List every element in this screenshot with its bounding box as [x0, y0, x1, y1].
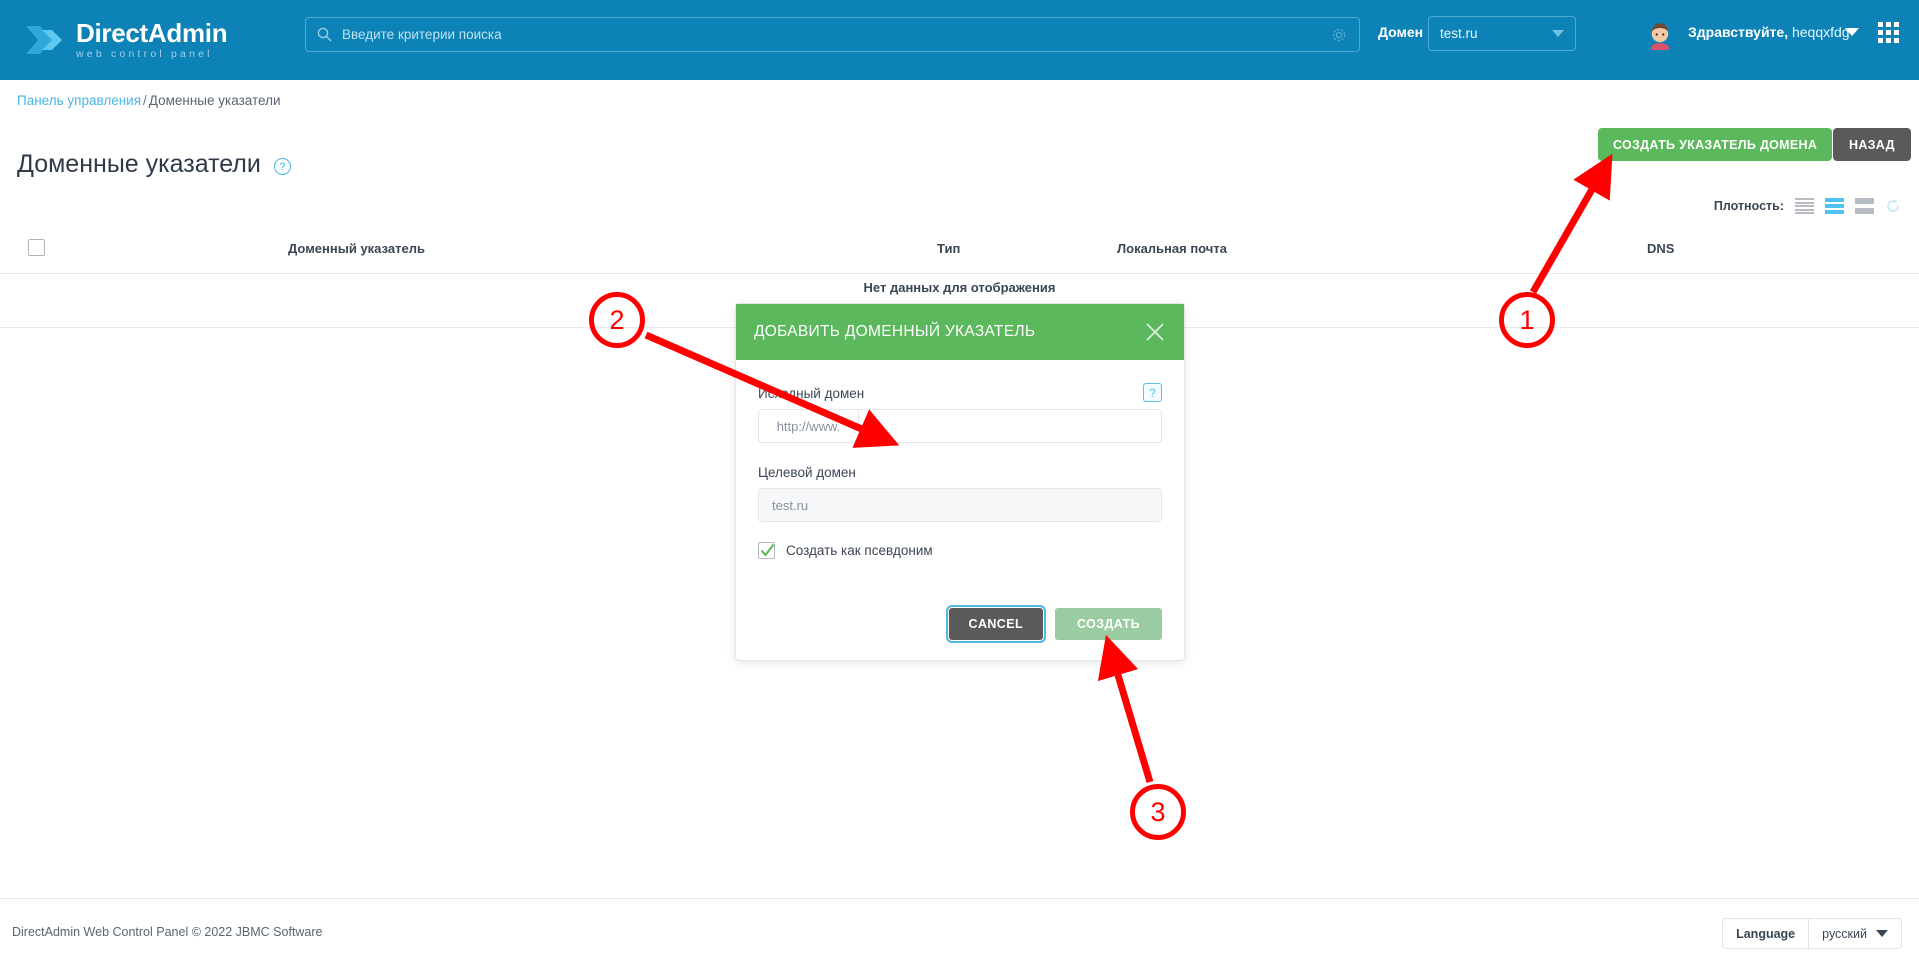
language-value-text: русский	[1822, 926, 1867, 941]
density-label: Плотность:	[1713, 199, 1784, 213]
density-option-normal[interactable]	[1825, 198, 1844, 214]
search-input[interactable]	[340, 26, 1331, 43]
avatar[interactable]	[1645, 18, 1675, 50]
create-as-alias-label: Создать как псевдоним	[786, 543, 933, 558]
user-greeting[interactable]: Здравствуйте, heqqxfdg	[1688, 24, 1850, 40]
select-all-checkbox[interactable]	[28, 239, 45, 256]
back-button[interactable]: НАЗАД	[1833, 128, 1911, 161]
app-grid-icon[interactable]	[1878, 22, 1899, 43]
density-option-compact[interactable]	[1795, 198, 1814, 214]
greeting-text: Здравствуйте,	[1688, 24, 1789, 40]
modal-header: ДОБАВИТЬ ДОМЕННЫЙ УКАЗАТЕЛЬ	[736, 304, 1184, 360]
global-search-box[interactable]	[305, 17, 1360, 52]
source-domain-help-icon[interactable]: ?	[1143, 383, 1162, 402]
directadmin-logo-icon	[26, 26, 62, 54]
search-icon	[317, 27, 332, 42]
source-domain-label: Исходный домен	[758, 386, 865, 401]
app-root: DirectAdmin web control panel Домен test…	[0, 0, 1919, 963]
create-domain-pointer-button[interactable]: СОЗДАТЬ УКАЗАТЕЛЬ ДОМЕНА	[1598, 128, 1833, 161]
table-header-divider	[0, 273, 1919, 274]
column-header-domain-pointer[interactable]: Доменный указатель	[288, 241, 425, 256]
create-as-alias-row[interactable]: Создать как псевдоним	[758, 542, 1162, 559]
language-chevron-down-icon	[1876, 930, 1888, 937]
language-value[interactable]: русский	[1809, 919, 1901, 948]
page-title-text: Доменные указатели	[17, 149, 261, 178]
add-domain-pointer-modal: ДОБАВИТЬ ДОМЕННЫЙ УКАЗАТЕЛЬ Исходный дом…	[735, 303, 1185, 661]
logo-title-part1: Direct	[76, 18, 148, 49]
breadcrumb-current: Доменные указатели	[148, 93, 281, 108]
annotation-arrow-3	[1097, 634, 1154, 784]
annotation-arrow-1	[1529, 153, 1613, 294]
source-domain-input[interactable]	[859, 410, 1161, 442]
search-settings-gear-icon[interactable]	[1331, 27, 1347, 43]
table-empty-message: Нет данных для отображения	[863, 280, 1056, 295]
top-navigation-bar: DirectAdmin web control panel Домен test…	[0, 0, 1919, 80]
annotation-marker-1: 1	[1499, 292, 1555, 348]
column-header-type[interactable]: Тип	[937, 241, 960, 256]
logo-subtitle: web control panel	[76, 48, 213, 61]
target-domain-label: Целевой домен	[758, 465, 856, 480]
chevron-down-icon	[1552, 30, 1564, 37]
domain-selector-label: Домен	[1378, 24, 1424, 40]
modal-footer: CANCEL СОЗДАТЬ	[736, 588, 1184, 660]
user-menu-chevron-down-icon[interactable]	[1845, 28, 1859, 36]
density-option-comfortable[interactable]	[1855, 198, 1874, 214]
domain-selector-value: test.ru	[1440, 26, 1478, 41]
page-title: Доменные указатели ?	[17, 150, 291, 179]
username-text: heqqxfdg	[1791, 24, 1850, 40]
breadcrumb-link-dashboard[interactable]: Панель управления	[17, 93, 141, 108]
logo-title-part2: Admin	[147, 18, 228, 49]
brand-logo[interactable]: DirectAdmin web control panel	[22, 20, 252, 60]
column-header-local-mail[interactable]: Локальная почта	[1117, 241, 1227, 256]
annotation-marker-3: 3	[1130, 784, 1186, 840]
language-label: Language	[1723, 919, 1810, 948]
submit-create-button[interactable]: СОЗДАТЬ	[1055, 608, 1162, 640]
density-controls: Плотность:	[1714, 198, 1901, 214]
footer-divider	[0, 898, 1919, 899]
target-domain-input	[758, 488, 1162, 522]
footer-copyright: DirectAdmin Web Control Panel © 2022 JBM…	[12, 925, 323, 939]
breadcrumb-separator: /	[143, 93, 147, 108]
help-icon[interactable]: ?	[273, 158, 291, 176]
column-header-dns[interactable]: DNS	[1647, 241, 1674, 256]
breadcrumb: Панель управления / Доменные указатели	[17, 93, 280, 108]
modal-body: Исходный домен ? http://www. Целевой дом…	[736, 360, 1184, 559]
cancel-button[interactable]: CANCEL	[945, 605, 1047, 643]
source-domain-prefix: http://www.	[759, 410, 859, 442]
domain-selector[interactable]: test.ru	[1428, 16, 1576, 51]
language-selector[interactable]: Language русский	[1722, 918, 1902, 949]
refresh-icon[interactable]	[1885, 198, 1901, 214]
create-as-alias-checkbox[interactable]	[758, 542, 775, 559]
modal-title: ДОБАВИТЬ ДОМЕННЫЙ УКАЗАТЕЛЬ	[754, 323, 1036, 340]
source-domain-input-group[interactable]: http://www.	[758, 409, 1162, 443]
annotation-marker-2: 2	[589, 292, 645, 348]
close-icon[interactable]	[1144, 321, 1166, 343]
